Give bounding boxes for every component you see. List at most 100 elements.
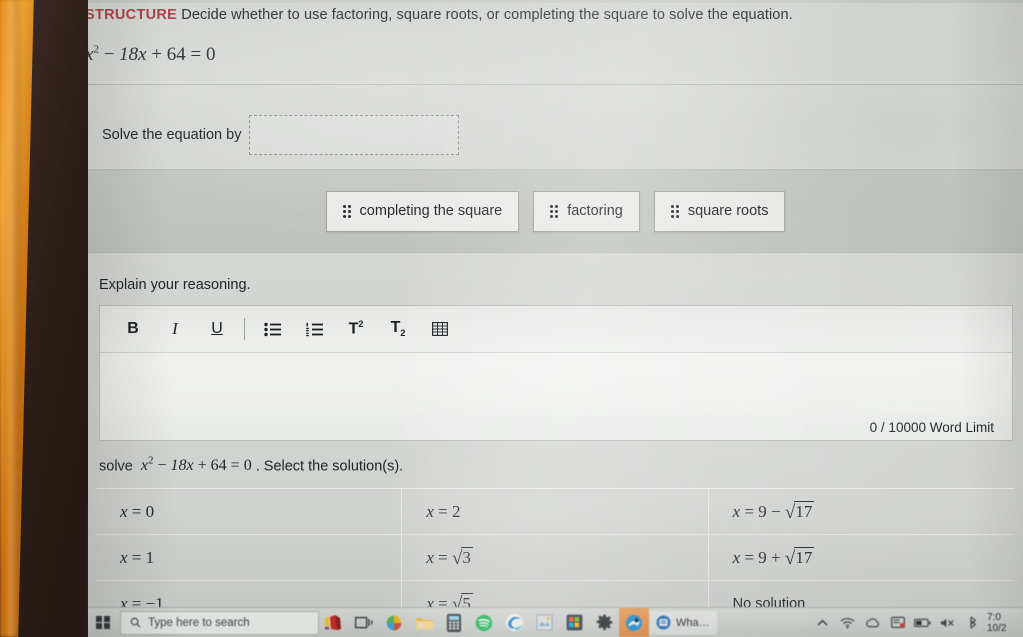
file-explorer-icon [415,617,433,629]
solution-option[interactable]: x = 2 [402,489,709,534]
taskbar-icon-file-explorer[interactable] [409,608,439,637]
option-label: factoring [567,203,623,219]
solution-option[interactable]: x = √ 3 [402,535,709,580]
taskbar-icon-photos[interactable] [379,608,409,637]
chevron-up-icon [817,619,828,625]
document-app-icon [536,614,552,631]
solutions-instruction-suffix: . Select the solution(s). [255,458,404,475]
taskbar-icon-paint-3d[interactable] [319,608,349,637]
taskbar-clock[interactable]: 7:0 10/2 [985,612,1021,634]
taskbar-icon-document-app[interactable] [529,608,559,637]
option-label: square roots [687,203,769,219]
table-row: x = 1 x = √ 3 x = 9 + √ 17 [96,534,1014,580]
microsoft-store-icon [566,614,582,631]
assignment-page: STRUCTURE Decide whether to use factorin… [88,0,1023,626]
taskbar-window-label: Wha… [676,616,710,629]
taskbar-icon-settings[interactable] [589,608,619,637]
draggable-option[interactable]: square roots [653,190,786,232]
numbered-list-button[interactable] [293,306,335,352]
volume-muted-icon[interactable] [935,608,960,637]
prompt-label: STRUCTURE [88,7,178,23]
solutions-table: x = 0 x = 2 x = 9 − √ 17 x = 1 x = √ 3 x =… [96,488,1014,626]
word-limit-counter: 0 / 10000 Word Limit [869,419,994,435]
app-window-icon [656,615,671,630]
drag-handle-icon [342,204,351,218]
onedrive-icon [866,617,880,627]
system-tray: 7:0 10/2 [810,608,1023,637]
solution-option[interactable]: x = 0 [96,489,403,534]
solution-option[interactable]: x = 1 [96,535,403,580]
solutions-instruction: solve x2 − 18x + 64 = 0 . Select the sol… [99,455,404,475]
action-center-icon [890,616,905,628]
laptop-screen-photo: STRUCTURE Decide whether to use factorin… [0,0,1023,637]
problem-equation: x² − 18x + 64 = 0 x2 − 18x + 64 = 0 [88,44,216,66]
insert-table-button[interactable] [419,306,461,352]
bezel-highlight [8,0,20,637]
taskbar-icon-active-app[interactable] [619,608,649,637]
bulleted-list-button[interactable] [251,306,293,352]
windows-taskbar: Type here to search Wha… 7:0 10/2 [88,607,1023,637]
divider-1 [88,84,1023,85]
microsoft-edge-icon [505,613,523,632]
paint-3d-icon [325,614,341,630]
prompt-text: Decide whether to use factoring, square … [181,7,793,23]
taskbar-icon-spotify[interactable] [469,608,499,637]
solution-option[interactable]: x = 9 + √ 17 [709,535,1014,580]
windows-start-icon [96,615,110,630]
spotify-icon [475,614,493,631]
bluetooth-status-icon[interactable] [960,608,985,637]
clock-date: 10/2 [987,622,1007,634]
search-icon [130,617,141,628]
battery-status-icon[interactable] [910,608,935,637]
reasoning-heading: Explain your reasoning. [99,277,251,293]
onedrive-status-icon[interactable] [860,608,885,637]
wifi-status-icon[interactable] [835,608,860,637]
draggable-option[interactable]: factoring [533,190,640,232]
active-app-icon [626,614,642,631]
drag-handle-icon [550,204,559,218]
problem-prompt: STRUCTURE Decide whether to use factorin… [88,5,1020,25]
start-button[interactable] [88,608,118,637]
settings-gear-icon [596,614,612,631]
bluetooth-icon [969,616,976,629]
speaker-muted-icon [941,618,954,627]
wifi-icon [840,617,855,629]
italic-button[interactable]: I [154,306,196,352]
subscript-button[interactable]: T2 [377,306,419,352]
table-icon [432,322,448,336]
answer-dropzone[interactable] [249,115,460,155]
search-placeholder: Type here to search [148,616,250,629]
photos-icon [386,615,402,630]
rich-text-editor: B I U T2 T2 0 / 10000 Word Limit [99,305,1013,441]
superscript-button[interactable]: T2 [335,306,377,352]
taskbar-icon-microsoft-store[interactable] [559,608,589,637]
solution-option[interactable]: x = 9 − √ 17 [709,489,1014,534]
fill-in-label: Solve the equation by [102,127,242,143]
show-hidden-icons-chevron[interactable] [810,608,835,637]
search-input[interactable]: Type here to search [120,610,319,635]
divider-3 [88,252,1023,253]
solutions-instruction-prefix: solve [99,458,133,475]
table-row: x = 0 x = 2 x = 9 − √ 17 [96,488,1014,534]
notification-center-icon[interactable] [885,608,910,637]
screen-area: STRUCTURE Decide whether to use factorin… [88,0,1023,637]
task-view-icon [355,616,373,628]
option-label: completing the square [359,203,503,219]
battery-icon [914,618,931,627]
taskbar-icon-task-view[interactable] [349,608,379,637]
taskbar-open-window[interactable]: Wha… [649,610,717,635]
drag-handle-icon [670,204,679,218]
taskbar-icon-calculator[interactable] [439,608,469,637]
fill-in-row: Solve the equation by [88,105,1023,165]
bulleted-list-icon [263,322,281,336]
numbered-list-icon [305,322,323,336]
option-bank: completing the square factoring square r… [88,170,1023,252]
taskbar-icon-microsoft-edge[interactable] [499,608,529,637]
toolbar-divider [244,318,245,340]
calculator-icon [447,613,461,632]
editor-text-area[interactable] [100,353,1012,415]
bold-button[interactable]: B [112,306,154,352]
editor-toolbar: B I U T2 T2 [100,306,1012,353]
draggable-option[interactable]: completing the square [325,190,520,232]
underline-button[interactable]: U [196,306,238,352]
